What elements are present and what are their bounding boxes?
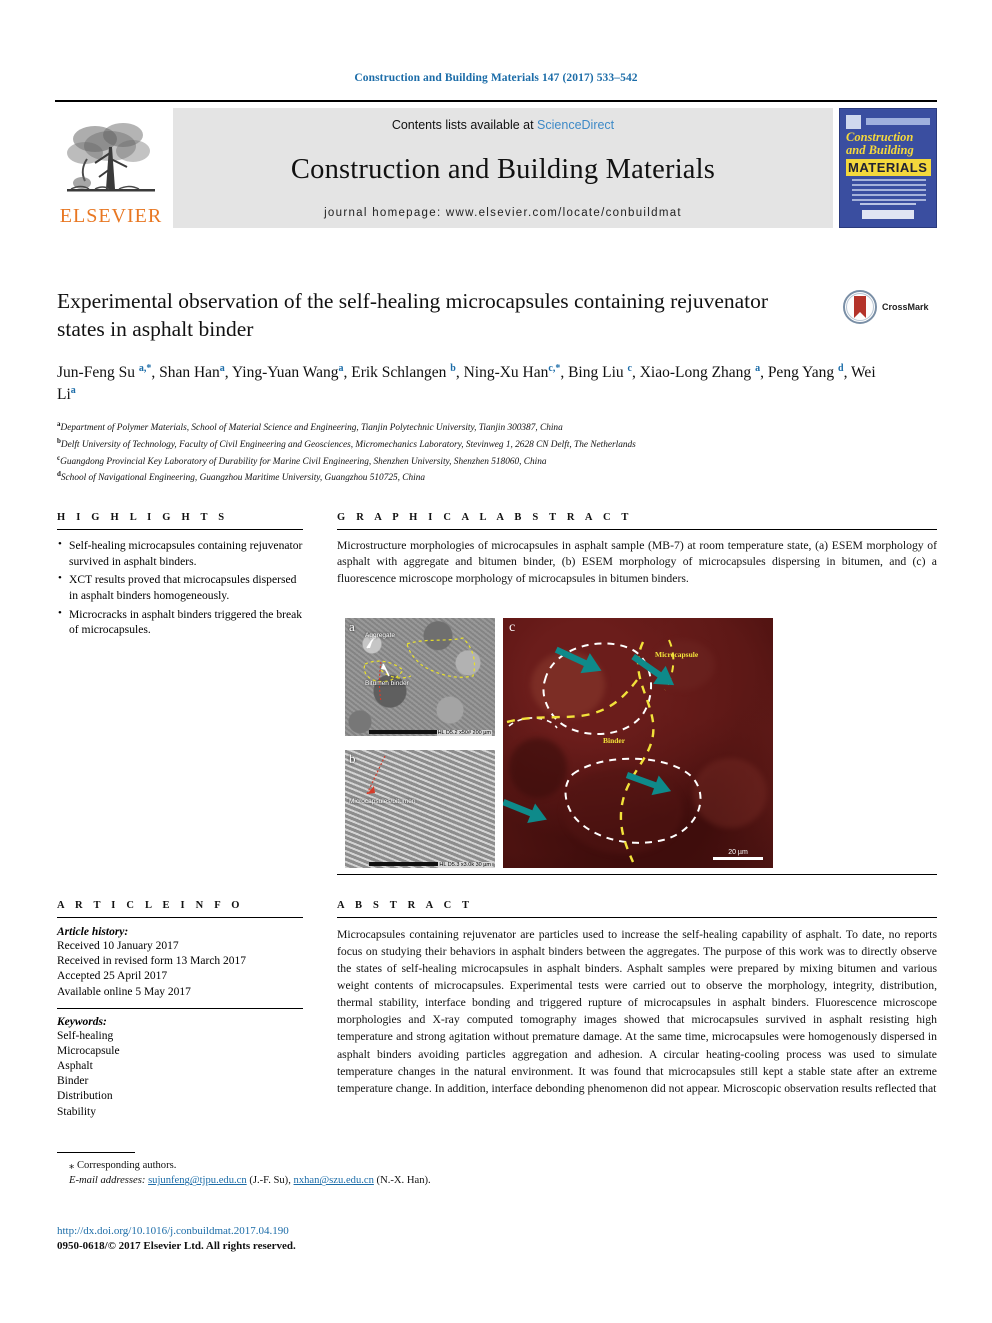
graphical-abstract-heading: G R A P H I C A L A B S T R A C T (337, 512, 633, 523)
journal-cover-thumbnail: Construction and Building MATERIALS (839, 108, 937, 228)
panel-b-scalebar (369, 862, 443, 866)
crossmark-badge[interactable]: CrossMark (843, 290, 955, 324)
keywords-divider (57, 1007, 303, 1009)
article-info-rule (57, 917, 303, 918)
crossmark-label: CrossMark (882, 302, 929, 312)
panel-a-scalebar (369, 730, 443, 734)
cover-publisher-mark-icon (846, 115, 861, 129)
keyword-item: Binder (57, 1075, 89, 1088)
highlights-section: H I G H L I G H T S Self-healing microca… (57, 512, 303, 641)
paper-page: Construction and Building Materials 147 … (0, 0, 992, 1323)
list-item: Self-healing microcapsules containing re… (58, 537, 303, 569)
email-owner-1: (J.-F. Su), (249, 1175, 291, 1187)
contents-prefix: Contents lists available at (391, 118, 538, 132)
abstract-text: Microcapsules containing rejuvenator are… (337, 928, 937, 1095)
highlights-list: Self-healing microcapsules containing re… (57, 537, 303, 638)
panel-c-scale-text: 20 µm (728, 849, 748, 856)
author-list: Jun-Feng Su a,*, Shan Hana, Ying-Yuan Wa… (57, 363, 876, 404)
doi-link[interactable]: http://dx.doi.org/10.1016/j.conbuildmat.… (57, 1224, 657, 1239)
article-history-line: Received in revised form 13 March 2017 (57, 955, 247, 968)
cover-title-line2: and Building (846, 143, 914, 157)
article-info-section: A R T I C L E I N F O Article history: R… (57, 900, 303, 1120)
sem-panels-column: a Aggregate Bitumen binder HL D5.2 x50# … (345, 618, 495, 868)
footnote-block: ⁎ Corresponding authors. E-mail addresse… (57, 1152, 517, 1189)
panel-c-overlay (503, 639, 702, 863)
graphical-abstract-figure: a Aggregate Bitumen binder HL D5.2 x50# … (337, 610, 937, 875)
panel-c-scalebar: 20 µm (713, 849, 763, 860)
keyword-item: Self-healing (57, 1029, 114, 1042)
keyword-item: Distribution (57, 1090, 113, 1103)
journal-homepage[interactable]: journal homepage: www.elsevier.com/locat… (324, 207, 682, 219)
cover-footer-logo (862, 210, 914, 219)
graphical-abstract-rule (337, 529, 937, 530)
email-note: E-mail addresses: sujunfeng@tjpu.edu.cn … (57, 1173, 517, 1188)
affiliation-line: dSchool of Navigational Engineering, Gua… (57, 470, 426, 484)
affiliation-line: aDepartment of Polymer Materials, School… (57, 420, 563, 434)
panel-b-label: b (349, 751, 356, 766)
crossmark-icon (843, 290, 877, 324)
panel-a-annotation-bitumen-binder: Bitumen binder (365, 680, 409, 687)
article-info-heading: A R T I C L E I N F O (57, 900, 244, 911)
journal-band: Contents lists available at ScienceDirec… (173, 108, 833, 228)
panel-c-label: c (509, 620, 516, 635)
graphical-abstract-bottom-rule (337, 874, 937, 875)
panel-a-scale-text: HL D5.2 x50# 200 µm (436, 730, 492, 736)
copyright-line: 0950-0618/© 2017 Elsevier Ltd. All right… (57, 1240, 296, 1253)
cover-title-line3: MATERIALS (846, 159, 931, 176)
abstract-heading: A B S T R A C T (337, 900, 474, 911)
panel-b-overlay (366, 755, 386, 795)
panel-c-annotation-microcapsule: Microcapsule (655, 650, 699, 659)
elsevier-logo: ELSEVIER (55, 108, 167, 228)
sciencedirect-link[interactable]: ScienceDirect (537, 118, 614, 132)
corresponding-author-note: ⁎ Corresponding authors. (69, 1160, 177, 1171)
panel-a-annotation-aggregate: Aggregate (365, 632, 395, 639)
figure-panel-c: c Microcapsule Binder 20 µm (503, 618, 773, 868)
page-title: Experimental observation of the self-hea… (57, 289, 769, 341)
contents-lists-line: Contents lists available at ScienceDirec… (392, 118, 614, 132)
running-head: Construction and Building Materials 147 … (354, 72, 638, 84)
figure-panel-a: a Aggregate Bitumen binder HL D5.2 x50# … (345, 618, 495, 736)
article-history-line: Received 10 January 2017 (57, 940, 179, 952)
panel-a-label: a (349, 619, 355, 634)
list-item: XCT results proved that microcapsules di… (58, 571, 303, 603)
keywords-title: Keywords: (57, 1015, 107, 1028)
abstract-section: A B S T R A C T Microcapsules containing… (337, 900, 937, 1097)
cover-strip (866, 118, 930, 125)
email-link-1[interactable]: sujunfeng@tjpu.edu.cn (148, 1175, 247, 1186)
corresponding-author-text: Corresponding authors. (76, 1160, 177, 1171)
journal-title: Construction and Building Materials (290, 153, 716, 185)
article-history-line: Available online 5 May 2017 (57, 985, 191, 998)
panel-b-annotation: Microcapsules/bitumen (349, 798, 416, 805)
title-block: Experimental observation of the self-hea… (57, 288, 817, 343)
article-history-line: Accepted 25 April 2017 (57, 970, 168, 983)
list-item: Microcracks in asphalt binders triggered… (58, 606, 303, 638)
highlights-heading: H I G H L I G H T S (57, 512, 229, 523)
affiliation-list: aDepartment of Polymer Materials, School… (57, 419, 937, 486)
affiliation-line: cGuangdong Provincial Key Laboratory of … (57, 453, 547, 467)
graphical-abstract-section: G R A P H I C A L A B S T R A C T Micros… (337, 512, 937, 587)
abstract-rule (337, 917, 937, 918)
email-link-2[interactable]: nxhan@szu.edu.cn (294, 1175, 374, 1186)
figure-panel-b: b Microcapsules/bitumen HL D5.3 x3.0k 30… (345, 750, 495, 868)
email-owner-2: (N.-X. Han). (376, 1175, 431, 1187)
footnote-rule (57, 1152, 135, 1153)
panel-b-scale-text: HL D5.3 x3.0k 30 µm (438, 862, 492, 868)
keyword-item: Microcapsule (57, 1044, 120, 1057)
journal-masthead: ELSEVIER Contents lists available at Sci… (55, 100, 937, 230)
email-label: E-mail addresses: (69, 1175, 146, 1187)
keyword-item: Stability (57, 1105, 96, 1118)
doi-block: http://dx.doi.org/10.1016/j.conbuildmat.… (57, 1224, 657, 1255)
affiliation-line: bDelft University of Technology, Faculty… (57, 436, 636, 450)
article-history-title: Article history: (57, 926, 129, 938)
elsevier-tree-icon (67, 123, 155, 192)
panel-c-annotation-binder: Binder (603, 736, 626, 745)
graphical-abstract-caption: Microstructure morphologies of microcaps… (337, 539, 937, 585)
cover-divider (860, 203, 916, 205)
highlights-rule (57, 529, 303, 530)
keyword-item: Asphalt (57, 1060, 93, 1073)
elsevier-wordmark: ELSEVIER (59, 205, 163, 227)
